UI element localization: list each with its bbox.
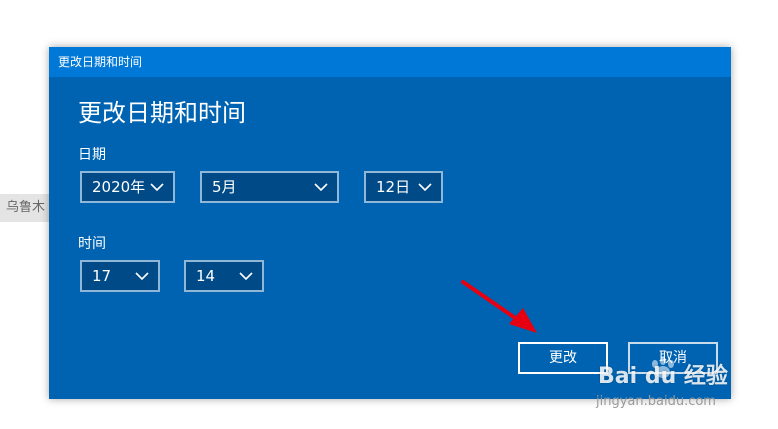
year-value: 2020年 [92, 178, 146, 196]
watermark-brand: Bai du 经验 [598, 364, 728, 389]
month-value: 5月 [212, 178, 237, 196]
time-section-label: 时间 [78, 236, 106, 252]
hour-value: 17 [92, 267, 112, 285]
dialog-titlebar: 更改日期和时间 [49, 47, 731, 77]
chevron-down-icon [418, 183, 432, 192]
chevron-down-icon [239, 272, 253, 281]
minute-value: 14 [196, 267, 216, 285]
minute-dropdown[interactable]: 14 [184, 260, 264, 292]
year-dropdown[interactable]: 2020年 [80, 171, 175, 203]
chevron-down-icon [150, 183, 164, 192]
watermark-url: jingyan.baidu.com [596, 394, 716, 409]
red-arrow-annotation-icon [461, 280, 537, 333]
month-dropdown[interactable]: 5月 [200, 171, 339, 203]
date-section-label: 日期 [78, 147, 106, 163]
change-date-time-dialog: 更改日期和时间 更改日期和时间 日期 2020年 5月 12日 时间 17 14… [49, 47, 731, 399]
chevron-down-icon [314, 183, 328, 192]
day-dropdown[interactable]: 12日 [364, 171, 443, 203]
day-value: 12日 [376, 178, 411, 196]
background-location-text: 乌鲁木 [0, 194, 50, 222]
page-title: 更改日期和时间 [78, 99, 246, 127]
chevron-down-icon [135, 272, 149, 281]
hour-dropdown[interactable]: 17 [80, 260, 160, 292]
